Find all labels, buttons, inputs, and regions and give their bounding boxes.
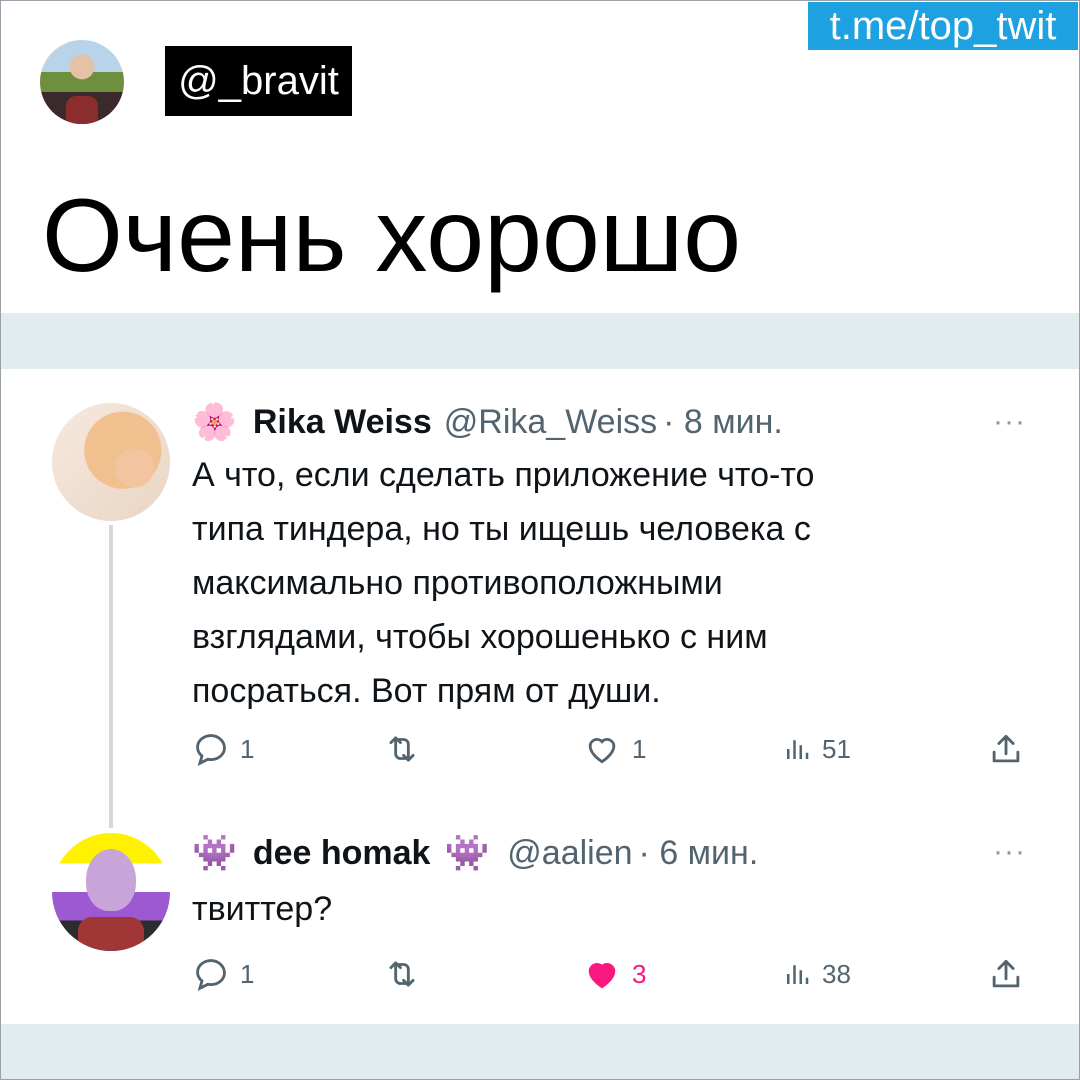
like-button[interactable]: 3 [582,955,646,993]
share-icon [992,959,1020,988]
more-icon[interactable]: ··· [993,837,1026,867]
action-bar: 1 3 38 [192,955,1080,995]
avatar[interactable] [52,403,170,521]
alien-emoji: 👾 [192,832,237,873]
heart-icon [588,963,616,989]
retweet-button[interactable] [382,955,432,993]
avatar[interactable] [52,833,170,951]
poster-handle[interactable]: @_bravit [165,46,352,116]
alien-emoji: 👾 [444,832,490,873]
like-count: 3 [632,958,647,989]
user-handle[interactable]: @Rika_Weiss [444,400,657,444]
retweet-button[interactable] [382,730,432,768]
timestamp[interactable]: · 8 мин. [663,400,783,444]
reply-button[interactable]: 1 [192,730,254,768]
heart-icon [588,738,616,764]
share-button[interactable] [987,955,1025,993]
more-icon[interactable]: ··· [993,407,1026,437]
retweet-icon [389,736,415,762]
separator-band [1,1024,1079,1079]
reply-button[interactable]: 1 [192,955,254,993]
action-bar: 1 1 51 [192,730,1080,770]
like-button[interactable]: 1 [582,730,646,768]
reply-count: 1 [240,958,255,989]
post-headline: Очень хорошо [42,178,742,294]
tweet-text: твиттер? [192,890,333,928]
display-name[interactable]: dee homak [253,831,431,875]
tweet-header: 🌸 Rika Weiss @Rika_Weiss · 8 мин. [192,400,783,444]
like-count: 1 [632,733,647,764]
timestamp[interactable]: · 6 мин. [639,831,759,875]
views-icon [787,740,809,759]
tweet-header: 👾 dee homak 👾 @aalien · 6 мин. [192,831,758,875]
channel-link[interactable]: t.me/top_twit [808,2,1078,50]
views-button[interactable]: 38 [782,955,851,993]
reply-icon [196,734,226,766]
views-icon [787,965,809,984]
reply-count: 1 [240,733,255,764]
flower-emoji: 🌸 [192,401,237,442]
share-icon [992,734,1020,763]
tweet-text: А что, если сделать приложение что-то ти… [192,456,815,710]
view-count: 38 [822,958,851,989]
display-name[interactable]: Rika Weiss [253,400,432,444]
user-handle[interactable]: @aalien [507,831,632,875]
reply-icon [196,959,226,991]
views-button[interactable]: 51 [782,730,851,768]
separator-band [1,313,1079,369]
view-count: 51 [822,733,851,764]
share-button[interactable] [987,730,1025,768]
thread-line [109,525,113,828]
retweet-icon [389,961,415,987]
poster-avatar[interactable] [40,40,124,124]
